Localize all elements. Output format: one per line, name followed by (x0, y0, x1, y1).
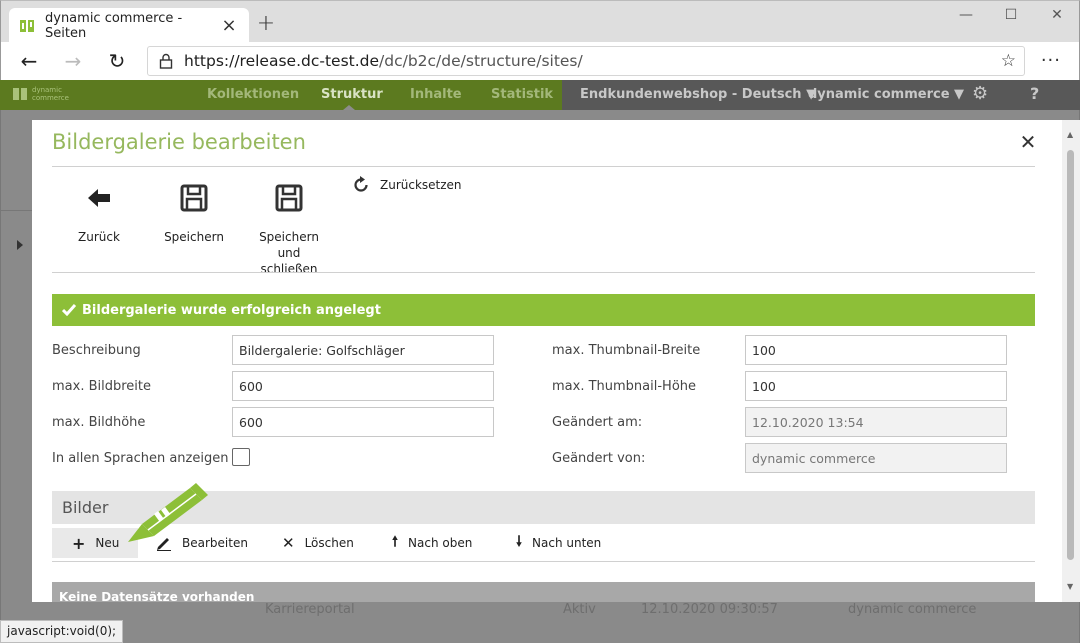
thumb-hoehe-label: max. Thumbnail-Höhe (552, 379, 697, 394)
window-close-icon[interactable]: ✕ (1042, 7, 1072, 23)
app-header: dynamic commerce Kollektionen Struktur In… (0, 80, 1080, 110)
back-button[interactable]: Zurück (76, 182, 122, 245)
grid-separator (52, 561, 1035, 562)
bg-row-date: 12.10.2020 09:30:57 (641, 602, 778, 617)
address-bar: ← → ↻ https://release.dc-test.de/dc/b2c/… (0, 42, 1080, 80)
move-up-button[interactable]: 🠕 Nach oben (392, 528, 472, 558)
browser-tab[interactable]: dynamic commerce - Seiten × (9, 8, 249, 43)
save-close-button[interactable]: Speichern und schließen (246, 182, 332, 277)
modal-title: Bildergalerie bearbeiten (52, 130, 306, 154)
scroll-thumb[interactable] (1067, 150, 1074, 560)
beschreibung-input[interactable]: Bildergalerie: Golfschläger (232, 335, 494, 365)
nav-statistik[interactable]: Statistik (491, 87, 553, 102)
delete-label: Löschen (304, 536, 354, 550)
user-select[interactable]: dynamic commerce ▼ (808, 87, 964, 102)
lock-icon (148, 53, 184, 69)
back-arrow-icon[interactable]: ← (15, 49, 43, 73)
geaendert-von-field: dynamic commerce (745, 443, 1007, 473)
refresh-icon (354, 176, 368, 192)
toolbar-separator (52, 272, 1035, 273)
url-host: https://release.dc-test.de (184, 52, 380, 70)
new-label: Neu (95, 536, 120, 550)
scroll-up-icon[interactable]: ▲ (1067, 130, 1073, 139)
header-right-zone: Endkundenwebshop - Deutsch ▼ dynamic com… (562, 80, 1080, 110)
url-field[interactable]: https://release.dc-test.de/dc/b2c/de/str… (147, 46, 1025, 76)
modal-close-icon[interactable]: ✕ (1018, 130, 1038, 154)
logo-line1: dynamic (32, 86, 62, 94)
bg-row-status: Aktiv (563, 602, 596, 617)
geaendert-am-label: Geändert am: (552, 415, 643, 430)
scroll-down-icon[interactable]: ▼ (1067, 582, 1073, 591)
reset-button[interactable]: Zurücksetzen (352, 176, 462, 194)
save-close-label-1: Speichern und (259, 230, 319, 260)
browser-status-bar: javascript:void(0); (0, 620, 124, 643)
browser-menu-icon[interactable]: ··· (1041, 50, 1061, 71)
thumb-breite-input[interactable]: 100 (745, 335, 1007, 365)
success-text: Bildergalerie wurde erfolgreich angelegt (82, 302, 381, 318)
logo-line2: commerce (32, 94, 69, 102)
empty-grid-message: Keine Datensätze vorhanden (52, 582, 1035, 602)
delete-image-button[interactable]: ✕ Löschen (282, 528, 354, 558)
tab-title: dynamic commerce - Seiten (45, 10, 183, 41)
reset-label: Zurücksetzen (380, 178, 462, 192)
favorite-star-icon[interactable]: ☆ (1001, 51, 1016, 71)
bg-row-name: Karriereportal (265, 602, 355, 617)
url-path: /dc/b2c/de/structure/sites/ (379, 52, 583, 70)
thumb-breite-label: max. Thumbnail-Breite (552, 343, 701, 358)
title-separator (52, 166, 1035, 167)
floppy-disk-icon (180, 184, 208, 212)
dc-favicon-icon (20, 19, 34, 32)
forward-arrow-icon[interactable]: → (59, 49, 87, 73)
shop-select[interactable]: Endkundenwebshop - Deutsch ▼ (580, 87, 816, 102)
save-button[interactable]: Speichern (164, 182, 224, 245)
x-icon: ✕ (282, 534, 295, 552)
sprachen-checkbox[interactable] (232, 448, 250, 466)
settings-gear-icon[interactable]: ⚙ (972, 83, 988, 104)
nav-kollektionen[interactable]: Kollektionen (207, 87, 299, 102)
down-label: Nach unten (532, 536, 602, 550)
reload-icon[interactable]: ↻ (103, 49, 131, 73)
geaendert-von-label: Geändert von: (552, 451, 646, 466)
browser-tab-bar: dynamic commerce - Seiten × + — ☐ ✕ (0, 0, 1080, 43)
checkmark-icon (62, 304, 76, 316)
bg-expand-arrow-icon (17, 240, 23, 250)
arrow-up-icon: 🠕 (392, 534, 399, 550)
tab-close-icon[interactable]: × (219, 15, 239, 36)
app-logo[interactable]: dynamic commerce (12, 86, 69, 102)
bg-row-user: dynamic commerce (848, 602, 977, 617)
plus-icon: + (72, 533, 86, 553)
bildbreite-label: max. Bildbreite (52, 379, 151, 394)
sprachen-label: In allen Sprachen anzeigen (52, 451, 229, 466)
dc-logo-icon (13, 88, 27, 100)
floppy-disk-icon (275, 184, 303, 212)
green-pencil-pointer-icon (128, 483, 208, 542)
shop-select-label: Endkundenwebshop - Deutsch (580, 87, 802, 102)
geaendert-am-field: 12.10.2020 13:54 (745, 407, 1007, 437)
save-label: Speichern (164, 230, 224, 244)
up-label: Nach oben (408, 536, 473, 550)
bildhoehe-label: max. Bildhöhe (52, 415, 146, 430)
maximize-icon[interactable]: ☐ (996, 7, 1026, 23)
beschreibung-label: Beschreibung (52, 343, 141, 358)
save-close-label-2: schließen (260, 262, 318, 276)
nav-inhalte[interactable]: Inhalte (410, 87, 462, 102)
back-label: Zurück (78, 230, 120, 244)
bildhoehe-input[interactable]: 600 (232, 407, 494, 437)
user-select-label: dynamic commerce (808, 87, 950, 102)
bg-divider (0, 210, 32, 211)
modal-scrollbar[interactable]: ▲ ▼ (1062, 120, 1080, 602)
minimize-icon[interactable]: — (951, 7, 981, 23)
success-message: Bildergalerie wurde erfolgreich angelegt (52, 294, 1035, 326)
help-icon[interactable]: ? (1030, 84, 1039, 103)
bildbreite-input[interactable]: 600 (232, 371, 494, 401)
thumb-hoehe-input[interactable]: 100 (745, 371, 1007, 401)
move-down-button[interactable]: 🠗 Nach unten (516, 528, 601, 558)
arrow-left-icon (88, 189, 110, 207)
new-tab-icon[interactable]: + (255, 11, 277, 36)
url-text: https://release.dc-test.de/dc/b2c/de/str… (184, 52, 583, 70)
arrow-down-icon: 🠗 (516, 534, 523, 550)
nav-struktur[interactable]: Struktur (321, 87, 383, 102)
